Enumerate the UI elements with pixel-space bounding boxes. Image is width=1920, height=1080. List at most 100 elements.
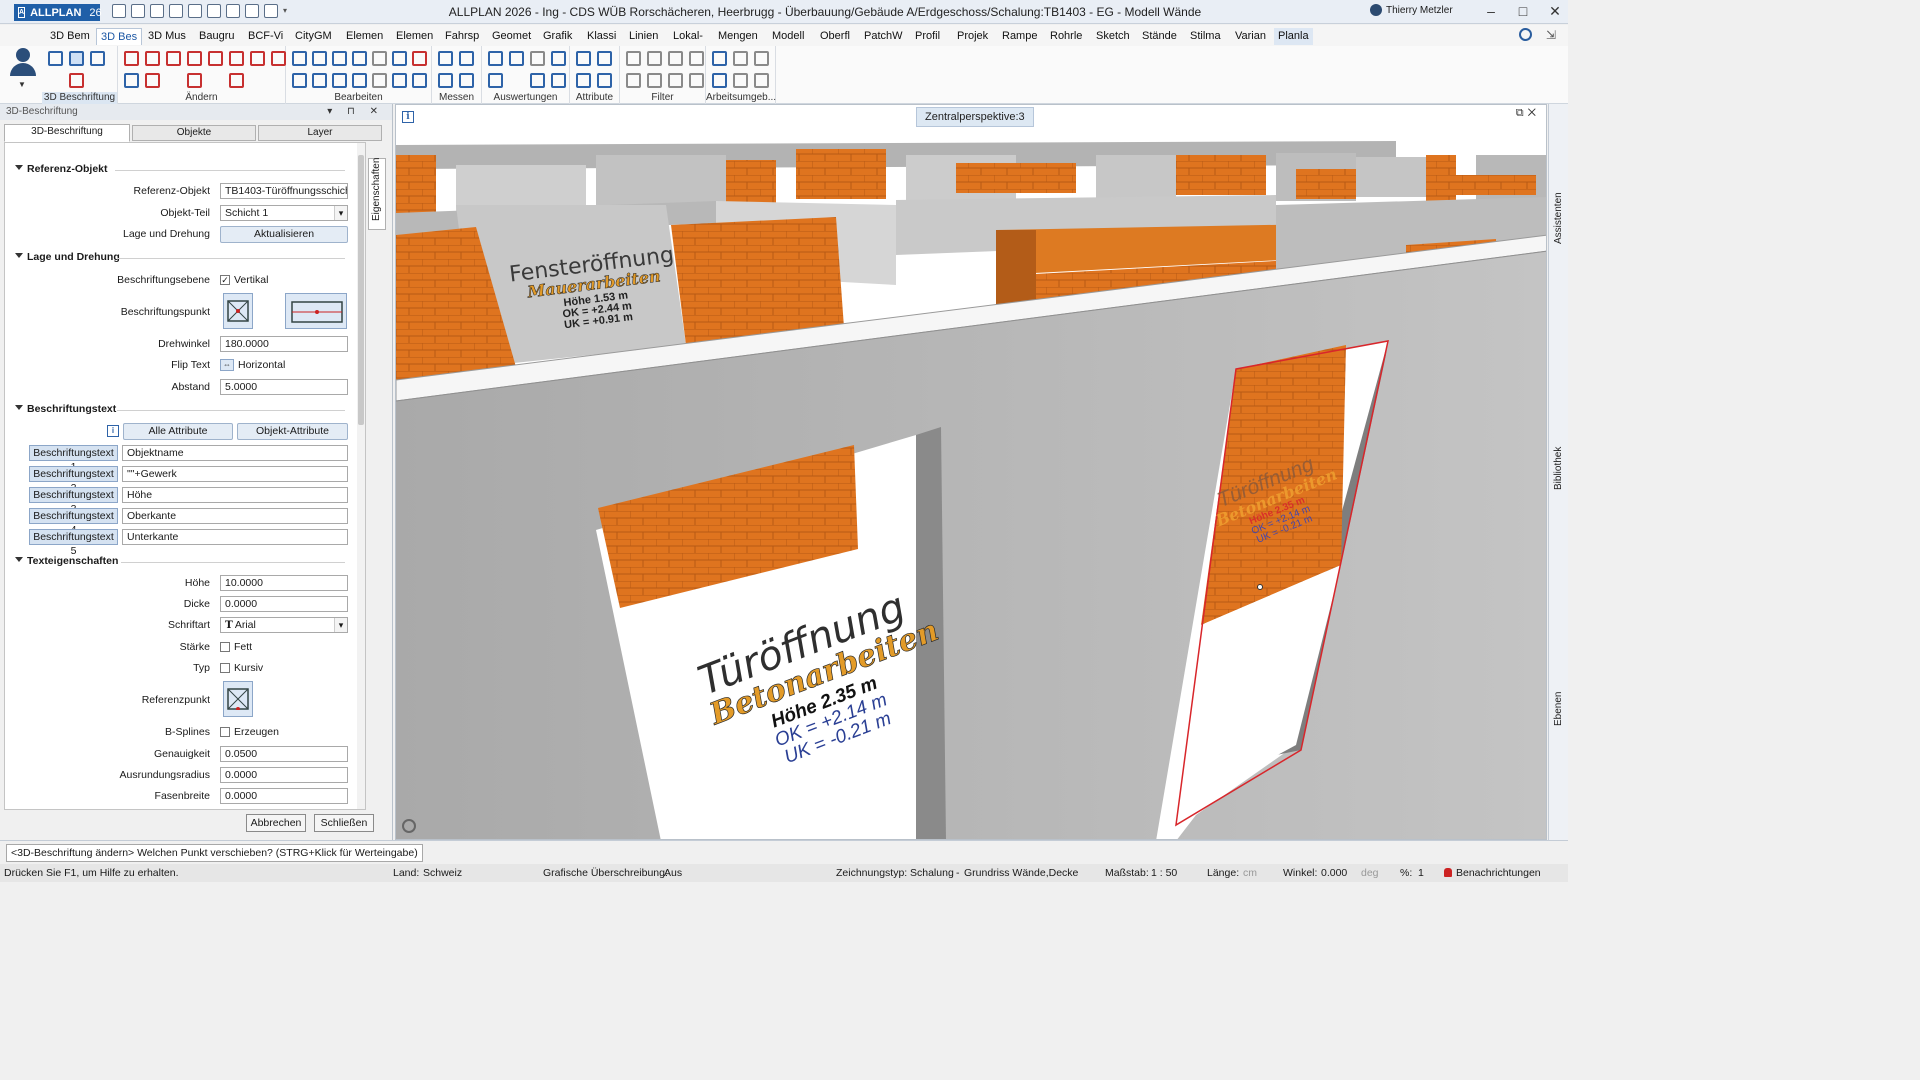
attribute-delete-icon[interactable] (597, 73, 612, 88)
rotate-icon[interactable] (332, 51, 347, 66)
text-3d-icon[interactable] (48, 51, 63, 66)
beschriftungstext-2-field[interactable]: ""+Gewerk (122, 466, 348, 482)
beschriftungstext-5-field[interactable]: Unterkante (122, 529, 348, 545)
wave-icon[interactable] (229, 51, 244, 66)
app-menu-button[interactable]: A ALLPLAN 26 (14, 4, 102, 21)
tab-klassi[interactable]: Klassi (583, 28, 620, 45)
settings-icon[interactable] (226, 4, 240, 18)
schriftart-select[interactable]: T Arial (220, 617, 348, 633)
massstab-value[interactable]: 1 : 50 (1151, 864, 1177, 882)
notifications[interactable]: Benachrichtungen (1444, 864, 1541, 882)
move-icon[interactable] (207, 4, 221, 18)
tab-modell[interactable]: Modell (768, 28, 808, 45)
land-value[interactable]: Schweiz (423, 864, 462, 882)
view-window-controls[interactable]: ⧉✕ (1516, 107, 1540, 120)
filter-icon[interactable] (626, 51, 641, 66)
fasenbreite-field[interactable]: 0.0000 (220, 788, 348, 804)
workspace-icon[interactable] (712, 51, 727, 66)
winkel-unit[interactable]: deg (1361, 864, 1379, 882)
modify-3d-text-icon[interactable] (69, 51, 84, 66)
maximize-icon[interactable]: □ (1516, 3, 1530, 20)
filter-edit-icon[interactable] (647, 51, 662, 66)
fett-checkbox[interactable]: Fett (220, 641, 252, 653)
viewport-3d[interactable]: Fensteröffnung Mauerarbeiten Höhe 1.53 m… (395, 104, 1547, 840)
section-texteigenschaften[interactable]: Texteigenschaften (15, 555, 118, 567)
align-icon[interactable] (372, 51, 387, 66)
beschriftungstext-4-field[interactable]: Oberkante (122, 508, 348, 524)
command-prompt[interactable]: <3D-Beschriftung ändern> Welchen Punkt v… (6, 844, 423, 862)
tab-3d-mus[interactable]: 3D Mus (144, 28, 190, 45)
beschriftungsebene-checkbox[interactable]: ✓ Vertikal (220, 274, 268, 286)
user-account[interactable]: Thierry Metzler (1370, 4, 1453, 16)
measure-icon[interactable] (438, 51, 453, 66)
ausrundungsradius-field[interactable]: 0.0000 (220, 767, 348, 783)
measure-volume-icon[interactable] (459, 73, 474, 88)
tab-bcf[interactable]: BCF-Vi (244, 28, 287, 45)
tab-rampe[interactable]: Rampe (998, 28, 1041, 45)
abstand-field[interactable]: 5.0000 (220, 379, 348, 395)
filter-layer-icon[interactable] (626, 73, 641, 88)
attribute-edit-icon[interactable] (597, 51, 612, 66)
panel-scrollbar[interactable] (357, 143, 365, 809)
save-icon[interactable] (131, 4, 145, 18)
tab-patchw[interactable]: PatchW (860, 28, 907, 45)
beschriftungstext-3-field[interactable]: Höhe (122, 487, 348, 503)
break-icon[interactable] (412, 51, 427, 66)
winkel-value[interactable]: 0.000 (1321, 864, 1347, 882)
attribute-copy-icon[interactable] (576, 73, 591, 88)
alle-attribute-button[interactable]: Alle Attribute (123, 423, 233, 440)
beschriftungstext-1-button[interactable]: Beschriftungstext 1 (29, 445, 118, 473)
zeichnungstyp-value[interactable]: Schalung (910, 864, 954, 882)
report-icon[interactable] (488, 51, 503, 66)
arc-icon[interactable] (166, 51, 181, 66)
beschriftungspunkt-line-icon[interactable] (285, 293, 347, 329)
beschriftungstext-1-field[interactable]: Objektname (122, 445, 348, 461)
curve-icon[interactable] (250, 51, 265, 66)
mirror-icon[interactable] (312, 51, 327, 66)
tab-3d-bes[interactable]: 3D Bes (96, 28, 143, 45)
edit-icon[interactable] (150, 4, 164, 18)
tab-profil[interactable]: Profil (911, 28, 944, 45)
transform-icon[interactable] (292, 73, 307, 88)
open-icon[interactable] (112, 4, 126, 18)
list-icon[interactable] (509, 51, 524, 66)
beschriftungstext-2-button[interactable]: Beschriftungstext 2 (29, 466, 118, 494)
pin-ribbon-icon[interactable]: ⇲ (1546, 28, 1556, 42)
tab-elemen-2[interactable]: Elemen (392, 28, 437, 45)
chart-icon[interactable] (551, 51, 566, 66)
beschriftungstext-4-button[interactable]: Beschriftungstext 4 (29, 508, 118, 536)
selection-grip-icon[interactable] (1257, 584, 1263, 590)
tab-layer[interactable]: Layer (258, 125, 382, 141)
tab-rohrle[interactable]: Rohrle (1046, 28, 1086, 45)
genauigkeit-field[interactable]: 0.0500 (220, 746, 348, 762)
layout-icon[interactable] (245, 4, 259, 18)
tab-fahrsp[interactable]: Fahrsp (441, 28, 483, 45)
stretch-icon[interactable] (145, 51, 160, 66)
label-style-icon[interactable] (69, 73, 84, 88)
navigation-icon[interactable] (402, 819, 416, 833)
number-icon[interactable] (488, 73, 503, 88)
duplicate-icon[interactable] (292, 51, 307, 66)
schliessen-button[interactable]: Schließen (314, 814, 374, 832)
section-beschriftungstext[interactable]: Beschriftungstext (15, 403, 116, 415)
copy-icon[interactable] (187, 51, 202, 66)
workspace-edit-icon[interactable] (733, 51, 748, 66)
objekt-teil-select[interactable]: Schicht 1 (220, 205, 348, 221)
hoehe-field[interactable]: 10.0000 (220, 575, 348, 591)
line-icon[interactable] (145, 73, 160, 88)
objekt-attribute-button[interactable]: Objekt-Attribute (237, 423, 348, 440)
array-icon[interactable] (332, 73, 347, 88)
section-lage-und-drehung[interactable]: Lage und Drehung (15, 251, 120, 263)
delete-icon[interactable] (271, 51, 286, 66)
kursiv-checkbox[interactable]: Kursiv (220, 662, 263, 674)
table-icon[interactable] (551, 73, 566, 88)
tab-geomet[interactable]: Geomet (488, 28, 535, 45)
drehwinkel-field[interactable]: 180.0000 (220, 336, 348, 352)
tab-3d-beschriftung[interactable]: 3D-Beschriftung (4, 124, 130, 142)
beschriftungstext-5-button[interactable]: Beschriftungstext 5 (29, 529, 118, 557)
scale-icon[interactable] (352, 51, 367, 66)
offset-icon[interactable] (229, 73, 244, 88)
section-referenz-objekt[interactable]: Referenz-Objekt (15, 163, 108, 175)
aktualisieren-button[interactable]: Aktualisieren (220, 226, 348, 243)
customize-chevron-icon[interactable]: ▾ (283, 4, 289, 18)
